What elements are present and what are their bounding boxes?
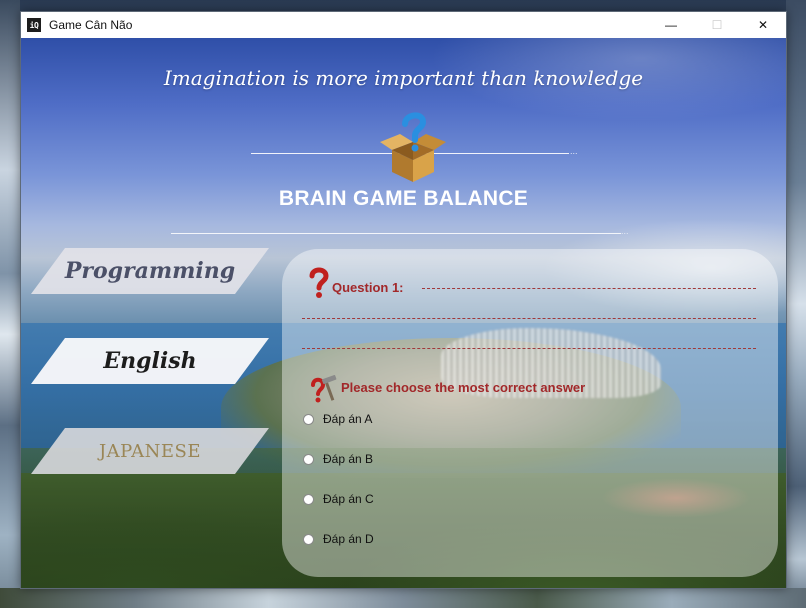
window-controls: — ☐ ✕ [648,12,786,38]
programming-button[interactable]: Programming [31,248,269,294]
close-button[interactable]: ✕ [740,12,786,38]
answer-option-a[interactable]: Đáp án A [303,412,372,426]
desktop-background-bottom [0,588,806,608]
question-line-2 [302,318,756,319]
desktop-background-right [786,0,806,608]
answer-c-label: Đáp án C [323,492,374,506]
maximize-button[interactable]: ☐ [694,12,740,38]
question-box-icon [380,112,446,182]
question-line-3 [302,348,756,349]
divider-line-bottom [171,233,621,234]
answer-option-b[interactable]: Đáp án B [303,452,373,466]
question-line-1 [422,288,756,289]
main-content: Imagination is more important than knowl… [21,38,786,588]
game-title: BRAIN GAME BALANCE [278,187,529,210]
answer-option-c[interactable]: Đáp án C [303,492,374,506]
answer-a-radio[interactable] [303,413,314,425]
question-panel: Question 1: Please choose the most corre… [282,249,778,577]
answer-c-radio[interactable] [303,493,314,505]
desktop-background-left [0,0,20,608]
quote-text: Imagination is more important than knowl… [163,66,644,90]
divider-dots-top: ... [570,146,578,156]
title-bar[interactable]: iQ Game Cân Não — ☐ ✕ [21,12,786,38]
answer-b-radio[interactable] [303,453,314,465]
answer-option-d[interactable]: Đáp án D [303,532,374,546]
answer-a-label: Đáp án A [323,412,373,426]
answer-d-label: Đáp án D [323,532,374,546]
japanese-button[interactable]: JAPANESE [31,428,269,474]
divider-dots-bottom: ... [621,226,629,236]
window-title: Game Cân Não [49,18,133,32]
app-icon: iQ [27,18,41,32]
question-label: Question 1: [332,280,404,295]
english-button[interactable]: English [31,338,269,384]
minimize-button[interactable]: — [648,12,694,38]
app-window: iQ Game Cân Não — ☐ ✕ Imagination is mor… [20,11,787,589]
question-mark-icon [309,267,329,298]
question-hammer-icon [311,375,337,403]
instruction-text: Please choose the most correct answer [341,380,586,395]
answer-d-radio[interactable] [303,533,314,545]
answer-b-label: Đáp án B [323,452,374,466]
